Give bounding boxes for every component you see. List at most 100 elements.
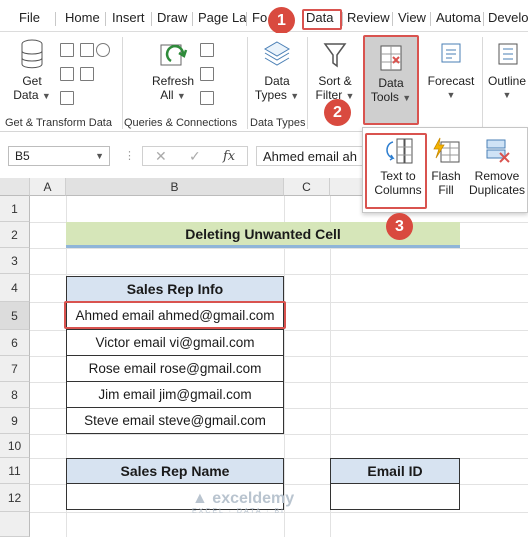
formula-controls: ✕ ✓ fx	[142, 146, 248, 166]
existing-connections-icon[interactable]	[80, 67, 94, 81]
chevron-down-icon: ▼	[290, 91, 300, 101]
chevron-down-icon: ▼	[345, 91, 355, 101]
get-data-label-2: Data	[13, 88, 39, 102]
row-header-7[interactable]: 7	[0, 356, 30, 382]
callout-2: 2	[324, 99, 351, 126]
more-options-icon: ⋮	[124, 150, 135, 162]
column-header-a[interactable]: A	[30, 178, 66, 196]
exceldemy-logo-icon: ▲	[192, 490, 208, 507]
data-types-button[interactable]: Data Types ▼	[253, 39, 301, 103]
tab-review[interactable]: Review	[347, 10, 390, 25]
outline-button[interactable]: Outline ▼	[486, 39, 528, 102]
data-tab-highlight	[302, 9, 342, 30]
tab-developer[interactable]: Develo	[488, 10, 528, 25]
table-row[interactable]: Jim email jim@gmail.com	[66, 382, 284, 408]
row-header-13[interactable]	[0, 512, 30, 537]
tab-separator	[430, 12, 431, 26]
tab-automate[interactable]: Automa	[436, 10, 481, 25]
chevron-down-icon: ▼	[502, 90, 512, 100]
from-table-icon[interactable]	[60, 91, 74, 105]
ribbon: Get Data ▼ Get & Transform Data Refresh …	[0, 33, 528, 132]
group-label-data-types: Data Types	[250, 117, 306, 129]
tab-page-layout[interactable]: Page La	[198, 10, 246, 25]
chevron-down-icon: ▼	[402, 93, 412, 103]
data-tools-label-1: Data	[378, 76, 404, 90]
forecast-label: Forecast	[427, 74, 475, 88]
column-header-b[interactable]: B	[66, 178, 284, 196]
filter-icon	[323, 43, 347, 68]
row-header-5[interactable]: 5	[0, 302, 30, 330]
queries-icon[interactable]	[200, 43, 214, 57]
row-header-2[interactable]: 2	[0, 222, 30, 248]
formula-input[interactable]: Ahmed email ah	[256, 146, 366, 166]
flash-fill-icon	[433, 137, 460, 163]
sort-filter-button[interactable]: Sort & Filter ▼	[312, 39, 358, 103]
callout-3: 3	[386, 213, 413, 240]
gear-icon[interactable]	[96, 43, 110, 57]
email-id-header[interactable]: Email ID	[330, 458, 460, 484]
refresh-label-2: All	[160, 88, 174, 102]
chevron-down-icon[interactable]: ▼	[95, 151, 104, 161]
email-id-cell[interactable]	[330, 484, 460, 510]
tab-separator	[392, 12, 393, 26]
data-types-label-2: Types	[254, 88, 287, 102]
remove-duplicates-button[interactable]: Remove Duplicates	[465, 136, 528, 197]
from-web-icon[interactable]	[60, 67, 74, 81]
refresh-icon	[160, 44, 188, 66]
tab-formulas[interactable]: Fo	[252, 10, 267, 25]
tab-separator	[342, 12, 343, 26]
outline-label: Outline	[487, 74, 527, 88]
properties-icon[interactable]	[200, 67, 214, 81]
watermark: ▲ exceldemy EXCEL · DATA · BI	[192, 490, 294, 515]
table-row[interactable]: Steve email steve@gmail.com	[66, 408, 284, 434]
data-tools-icon	[380, 45, 402, 71]
tab-separator	[192, 12, 193, 26]
group-separator	[247, 37, 248, 129]
sort-filter-label-1: Sort &	[318, 74, 352, 88]
row-header-11[interactable]: 11	[0, 458, 30, 484]
sales-rep-name-header[interactable]: Sales Rep Name	[66, 458, 284, 484]
tab-draw[interactable]: Draw	[157, 10, 187, 25]
tab-home[interactable]: Home	[65, 10, 100, 25]
edit-links-icon[interactable]	[200, 91, 214, 105]
cancel-icon[interactable]: ✕	[155, 148, 167, 165]
recent-sources-icon[interactable]	[80, 43, 94, 57]
select-all-corner[interactable]	[0, 178, 30, 196]
selected-cell-highlight	[64, 301, 286, 329]
row-header-1[interactable]: 1	[0, 196, 30, 222]
tab-file[interactable]: File	[19, 10, 40, 25]
column-header-c[interactable]: C	[284, 178, 330, 196]
row-header-8[interactable]: 8	[0, 382, 30, 408]
from-text-icon[interactable]	[60, 43, 74, 57]
insert-function-icon[interactable]: fx	[223, 149, 235, 164]
data-types-label-1: Data	[264, 74, 290, 88]
get-data-button[interactable]: Get Data ▼	[8, 39, 56, 103]
tab-view[interactable]: View	[398, 10, 426, 25]
gridline	[30, 248, 528, 249]
group-label-queries: Queries & Connections	[124, 117, 238, 129]
flash-fill-button[interactable]: Flash Fill	[427, 136, 465, 197]
tab-insert[interactable]: Insert	[112, 10, 145, 25]
row-header-3[interactable]: 3	[0, 248, 30, 274]
tab-separator	[151, 12, 152, 26]
table-row[interactable]: Victor email vi@gmail.com	[66, 330, 284, 356]
remove-duplicates-icon	[486, 139, 510, 163]
forecast-button[interactable]: Forecast ▼	[424, 39, 478, 102]
row-header-12[interactable]: 12	[0, 484, 30, 512]
row-header-6[interactable]: 6	[0, 330, 30, 356]
watermark-brand: exceldemy	[212, 490, 295, 507]
row-header-4[interactable]: 4	[0, 274, 30, 302]
name-box[interactable]: B5 ▼	[8, 146, 110, 166]
refresh-all-button[interactable]: Refresh All ▼	[148, 39, 198, 103]
gridline	[30, 434, 528, 435]
data-types-icon	[264, 41, 290, 66]
row-header-9[interactable]: 9	[0, 408, 30, 434]
group-separator	[307, 37, 308, 129]
watermark-tagline: EXCEL · DATA · BI	[192, 508, 285, 515]
row-header-10[interactable]: 10	[0, 434, 30, 458]
data-tools-button[interactable]: Data Tools ▼	[363, 35, 419, 125]
table-row[interactable]: Rose email rose@gmail.com	[66, 356, 284, 382]
enter-icon[interactable]: ✓	[189, 148, 201, 165]
gridline	[30, 274, 528, 275]
sales-rep-info-header[interactable]: Sales Rep Info	[66, 276, 284, 302]
